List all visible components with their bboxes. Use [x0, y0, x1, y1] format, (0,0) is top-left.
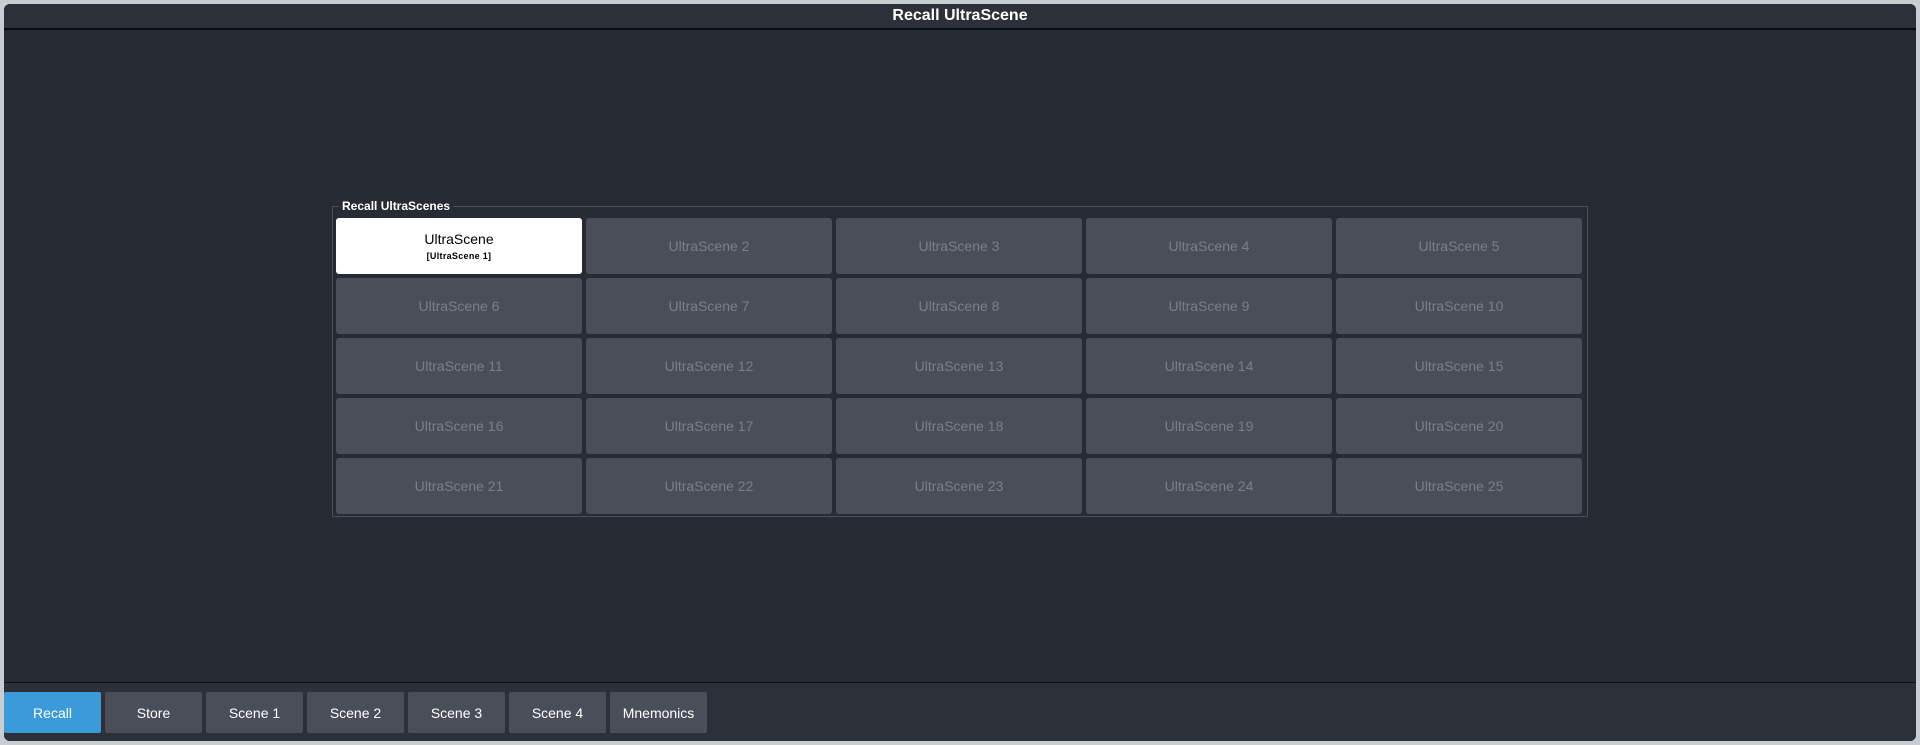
ultrascene-label: UltraScene 13	[914, 358, 1004, 374]
ultrascene-label: UltraScene 16	[414, 418, 504, 434]
tab-store[interactable]: Store	[105, 692, 202, 733]
ultrascene-label: UltraScene 9	[1168, 298, 1250, 314]
ultrascene-button-16[interactable]: UltraScene 16	[336, 398, 582, 454]
recall-ultrascenes-group: Recall UltraScenes UltraScene [UltraScene…	[332, 199, 1588, 517]
bottom-tab-bar: Recall Store Scene 1 Scene 2 Scene 3 Scene 4M…	[4, 682, 1916, 741]
ultrascene-button-3[interactable]: UltraScene 3	[836, 218, 1082, 274]
ultrascene-label: UltraScene 17	[664, 418, 754, 434]
ultrascene-label: UltraScene 5	[1418, 238, 1500, 254]
ultrascene-button-22[interactable]: UltraScene 22	[586, 458, 832, 514]
ultrascene-button-4[interactable]: UltraScene 4	[1086, 218, 1332, 274]
ultrascene-button-18[interactable]: UltraScene 18	[836, 398, 1082, 454]
ultrascene-label: UltraScene 21	[414, 478, 504, 494]
ultrascene-label: UltraScene 20	[1414, 418, 1504, 434]
ultrascene-button-11[interactable]: UltraScene 11	[336, 338, 582, 394]
tab-recall[interactable]: Recall	[4, 692, 101, 733]
ultrascene-label: UltraScene 10	[1414, 298, 1504, 314]
tab-mnemonics[interactable]: Mnemonics	[610, 692, 707, 733]
ultrascene-button-15[interactable]: UltraScene 15	[1336, 338, 1582, 394]
ultrascene-sublabel: [UltraScene 1]	[426, 251, 492, 261]
ultrascene-label: UltraScene	[424, 231, 494, 247]
ultrascene-button-5[interactable]: UltraScene 5	[1336, 218, 1582, 274]
ultrascene-button-8[interactable]: UltraScene 8	[836, 278, 1082, 334]
ultrascene-label: UltraScene 6	[418, 298, 500, 314]
scene-grid: UltraScene [UltraScene 1] UltraScene 2 Ultr…	[336, 218, 1582, 514]
ultrascene-label: UltraScene 25	[1414, 478, 1504, 494]
ultrascene-label: UltraScene 7	[668, 298, 750, 314]
ultrascene-button-13[interactable]: UltraScene 13	[836, 338, 1082, 394]
ultrascene-label: UltraScene 4	[1168, 238, 1250, 254]
ultrascene-label: UltraScene 24	[1164, 478, 1254, 494]
tab-scene-1[interactable]: Scene 1	[206, 692, 303, 733]
ultrascene-button-17[interactable]: UltraScene 17	[586, 398, 832, 454]
tab-scene-2[interactable]: Scene 2	[307, 692, 404, 733]
ultrascene-label: UltraScene 14	[1164, 358, 1254, 374]
ultrascene-button-7[interactable]: UltraScene 7	[586, 278, 832, 334]
ultrascene-button-20[interactable]: UltraScene 20	[1336, 398, 1582, 454]
group-label: Recall UltraScenes	[339, 199, 454, 213]
ultrascene-button-12[interactable]: UltraScene 12	[586, 338, 832, 394]
ultrascene-label: UltraScene 18	[914, 418, 1004, 434]
main-area: Recall UltraScenes UltraScene [UltraScene…	[4, 30, 1916, 684]
ultrascene-button-21[interactable]: UltraScene 21	[336, 458, 582, 514]
ultrascene-button-24[interactable]: UltraScene 24	[1086, 458, 1332, 514]
tab-list: Recall Store Scene 1 Scene 2 Scene 3 Scene 4M…	[4, 692, 707, 733]
ultrascene-button-10[interactable]: UltraScene 10	[1336, 278, 1582, 334]
ultrascene-button-1[interactable]: UltraScene [UltraScene 1]	[336, 218, 582, 274]
ultrascene-label: UltraScene 23	[914, 478, 1004, 494]
ultrascene-label: UltraScene 22	[664, 478, 754, 494]
window-title: Recall UltraScene	[4, 4, 1916, 30]
ultrascene-label: UltraScene 11	[415, 358, 503, 374]
ultrascene-label: UltraScene 12	[664, 358, 754, 374]
ultrascene-button-6[interactable]: UltraScene 6	[336, 278, 582, 334]
ultrascene-button-2[interactable]: UltraScene 2	[586, 218, 832, 274]
ultrascene-button-9[interactable]: UltraScene 9	[1086, 278, 1332, 334]
ultrascene-label: UltraScene 15	[1414, 358, 1504, 374]
recall-ultrascene-window: Recall UltraScene Recall UltraScenes Ult…	[4, 4, 1916, 741]
ultrascene-label: UltraScene 19	[1164, 418, 1254, 434]
ultrascene-button-23[interactable]: UltraScene 23	[836, 458, 1082, 514]
ultrascene-label: UltraScene 3	[918, 238, 1000, 254]
ultrascene-label: UltraScene 8	[918, 298, 1000, 314]
tab-scene-4[interactable]: Scene 4	[509, 692, 606, 733]
ultrascene-button-19[interactable]: UltraScene 19	[1086, 398, 1332, 454]
ultrascene-label: UltraScene 2	[668, 238, 750, 254]
tab-scene-3[interactable]: Scene 3	[408, 692, 505, 733]
ultrascene-button-25[interactable]: UltraScene 25	[1336, 458, 1582, 514]
ultrascene-button-14[interactable]: UltraScene 14	[1086, 338, 1332, 394]
